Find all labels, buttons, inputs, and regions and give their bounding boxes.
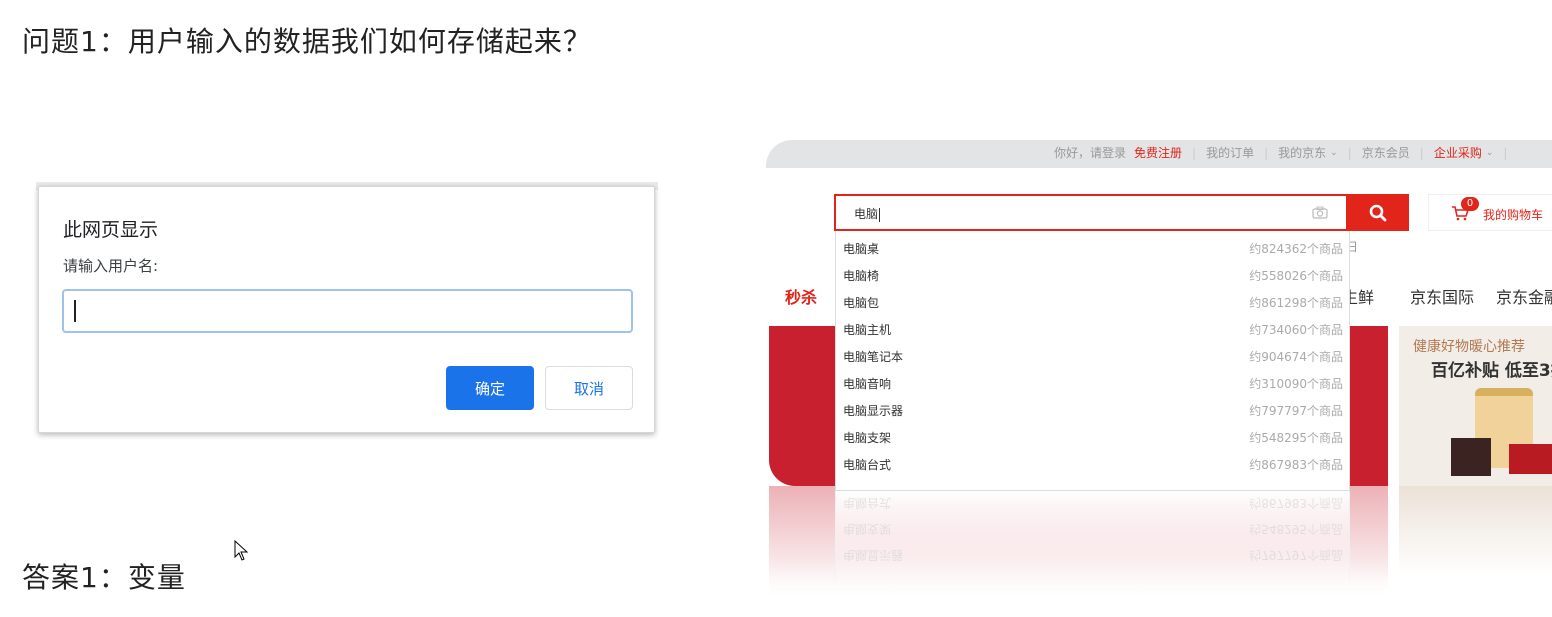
divider: | xyxy=(1419,145,1424,160)
shortcut-bar: 你好，请登录 免费注册 | 我的订单 | 我的京东 ⌄ | 京东会员 | 企业采… xyxy=(766,140,1552,168)
divider: | xyxy=(1347,145,1352,160)
suggestion-keyword: 电脑支架 xyxy=(843,431,892,445)
suggestion-item[interactable]: 电脑支架 约548295个商品 xyxy=(836,422,1349,449)
search-query: 电脑 xyxy=(854,207,879,221)
promo-line-1: 健康好物暖心推荐 xyxy=(1413,339,1525,355)
dialog-title: 此网页显示 xyxy=(63,219,159,241)
search-suggestions: 电脑桌 约824362个商品 电脑椅 约558026个商品 电脑包 约861298个商… xyxy=(835,231,1350,491)
product-box-image xyxy=(1509,444,1552,474)
suggestion-item[interactable]: 电脑椅 约558026个商品 xyxy=(836,260,1349,287)
cancel-button[interactable]: 取消 xyxy=(545,366,633,410)
reflection-keyword: 电脑台式 xyxy=(843,496,892,510)
reflection-keyword: 电脑支架 xyxy=(843,522,892,536)
suggestion-item[interactable]: 电脑主机 约734060个商品 xyxy=(836,314,1349,341)
cart-label: 我的购物车 xyxy=(1483,208,1544,222)
suggestion-item[interactable]: 电脑包 约861298个商品 xyxy=(836,287,1349,314)
shop-screenshot: 你好，请登录 免费注册 | 我的订单 | 我的京东 ⌄ | 京东会员 | 企业采… xyxy=(766,140,1552,617)
mouse-cursor-icon xyxy=(234,540,249,561)
camera-icon[interactable] xyxy=(1312,206,1328,219)
suggestion-item[interactable]: 电脑显示器 约797797个商品 xyxy=(836,395,1349,422)
ok-button[interactable]: 确定 xyxy=(446,366,534,410)
divider: | xyxy=(1192,145,1197,160)
reflection-row: 电脑台式 约867983个商品 xyxy=(836,495,1349,515)
bottom-fade xyxy=(766,560,1552,617)
search-box[interactable]: 电脑 xyxy=(834,194,1409,231)
suggestion-keyword: 电脑笔记本 xyxy=(843,350,904,364)
login-link[interactable]: 你好，请登录 xyxy=(1054,144,1126,161)
suggestion-keyword: 电脑包 xyxy=(843,296,880,310)
suggestion-keyword: 电脑椅 xyxy=(843,269,880,283)
text-caret xyxy=(879,207,881,222)
suggestion-keyword: 电脑台式 xyxy=(843,458,892,472)
username-input[interactable] xyxy=(62,289,633,333)
register-link[interactable]: 免费注册 xyxy=(1134,144,1182,161)
suggestion-count: 约824362个商品 xyxy=(1249,242,1343,256)
divider: | xyxy=(1264,145,1269,160)
reflection-count: 约867983个商品 xyxy=(1249,496,1343,510)
reflection-row: 电脑支架 约548295个商品 xyxy=(836,521,1349,541)
suggestion-keyword: 电脑音响 xyxy=(843,377,892,391)
my-jd-link[interactable]: 我的京东 xyxy=(1278,144,1326,161)
search-input[interactable]: 电脑 xyxy=(854,205,881,222)
cart-count-badge: 0 xyxy=(1461,197,1479,211)
nav-item-global[interactable]: 京东国际 xyxy=(1410,284,1474,308)
search-button[interactable] xyxy=(1346,194,1409,231)
suggestion-keyword: 电脑主机 xyxy=(843,323,892,337)
search-icon xyxy=(1369,204,1386,221)
suggestion-count: 约904674个商品 xyxy=(1249,350,1343,364)
orders-link[interactable]: 我的订单 xyxy=(1206,144,1254,161)
suggestion-item[interactable]: 电脑台式 约867983个商品 xyxy=(836,449,1349,476)
suggestion-item[interactable]: 电脑音响 约310090个商品 xyxy=(836,368,1349,395)
chevron-down-icon: ⌄ xyxy=(1485,147,1494,158)
nav-item-seckill[interactable]: 秒杀 xyxy=(785,284,817,308)
suggestion-count: 约734060个商品 xyxy=(1249,323,1343,337)
promo-card[interactable]: 健康好物暖心推荐 百亿补贴 低至3折 xyxy=(1399,326,1552,486)
suggestion-count: 约797797个商品 xyxy=(1249,404,1343,418)
answer-text: 答案1：变量 xyxy=(22,561,186,594)
question-text: 问题1：用户输入的数据我们如何存储起来？ xyxy=(22,25,592,58)
member-link[interactable]: 京东会员 xyxy=(1362,144,1410,161)
suggestion-count: 约867983个商品 xyxy=(1249,458,1343,472)
suggestion-item[interactable]: 电脑笔记本 约904674个商品 xyxy=(836,341,1349,368)
divider: | xyxy=(1503,145,1508,160)
suggestion-keyword: 电脑桌 xyxy=(843,242,880,256)
suggestion-count: 约310090个商品 xyxy=(1249,377,1343,391)
suggestion-count: 约558026个商品 xyxy=(1249,269,1343,283)
suggestion-item[interactable]: 电脑桌 约824362个商品 xyxy=(836,233,1349,260)
dialog-message: 请输入用户名: xyxy=(63,257,159,275)
product-box-image xyxy=(1451,438,1491,476)
reflection-count: 约548295个商品 xyxy=(1249,522,1343,536)
cart-button[interactable]: 0 我的购物车 xyxy=(1428,194,1552,231)
suggestion-count: 约548295个商品 xyxy=(1249,431,1343,445)
suggestion-keyword: 电脑显示器 xyxy=(843,404,904,418)
enterprise-link[interactable]: 企业采购 xyxy=(1434,144,1482,161)
text-caret xyxy=(74,300,76,322)
chevron-down-icon: ⌄ xyxy=(1330,147,1338,158)
suggestion-count: 约861298个商品 xyxy=(1249,296,1343,310)
nav-item-finance[interactable]: 京东金融 xyxy=(1496,284,1552,308)
prompt-dialog: 此网页显示 请输入用户名: 确定 取消 xyxy=(38,186,655,433)
promo-line-2: 百亿补贴 低至3折 xyxy=(1431,361,1552,381)
